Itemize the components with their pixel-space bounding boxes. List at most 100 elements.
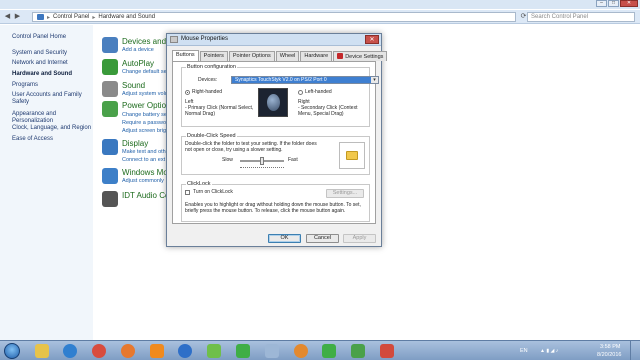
nav-programs[interactable]: Programs	[12, 82, 92, 89]
chrome-icon[interactable]	[92, 344, 106, 358]
nav-appearance[interactable]: Appearance and Personalization	[12, 111, 92, 125]
monitor-icon	[102, 139, 118, 155]
category-link[interactable]: Change battery se	[122, 112, 167, 118]
category-title[interactable]: Display	[122, 139, 148, 148]
breadcrumb-separator: ▸	[92, 14, 96, 21]
category-title[interactable]: Sound	[122, 81, 145, 90]
back-icon[interactable]: ◀	[3, 13, 12, 21]
window-controls: – □ ✕	[596, 0, 638, 8]
media-player-icon[interactable]	[294, 344, 308, 358]
mouse-button-graphic	[267, 94, 280, 111]
nav-hardware-sound[interactable]: Hardware and Sound	[12, 71, 92, 78]
clicklock-settings-button[interactable]: Settings...	[326, 189, 364, 198]
file-explorer-icon[interactable]	[35, 344, 49, 358]
breadcrumb-hardware-and-sound[interactable]: Hardware and Sound	[98, 14, 155, 20]
tab-device-settings[interactable]: Device Settings	[333, 51, 388, 61]
category-link[interactable]: Adjust system volu	[122, 91, 168, 97]
dialog-tabs: Buttons Pointers Pointer Options Wheel H…	[172, 50, 388, 61]
tab-device-settings-label: Device Settings	[345, 54, 384, 60]
clock-time[interactable]: 3:58 PM	[600, 344, 620, 350]
start-button[interactable]	[4, 343, 20, 359]
double-click-speed-slider[interactable]	[240, 157, 284, 165]
mobility-center-icon	[102, 168, 118, 184]
left-handed-radio[interactable]	[298, 90, 303, 95]
app-icon-3[interactable]	[380, 344, 394, 358]
double-click-speed-group: Double-Click Speed Double-click the fold…	[181, 133, 370, 175]
group-label: ClickLock	[186, 181, 212, 187]
fast-label: Fast	[288, 157, 298, 163]
speaker-icon	[102, 81, 118, 97]
tray-icons[interactable]: ▲ ▮ ◢ ♪	[540, 348, 558, 354]
navigation-pane: Control Panel Home System and Security N…	[0, 25, 93, 340]
tab-pointer-options[interactable]: Pointer Options	[228, 51, 275, 61]
teamviewer-icon[interactable]	[178, 344, 192, 358]
category-title[interactable]: IDT Audio Co	[122, 191, 169, 200]
nav-system-security[interactable]: System and Security	[12, 50, 92, 57]
address-field[interactable]: ▸ Control Panel ▸ Hardware and Sound	[32, 12, 516, 22]
folder-icon[interactable]	[346, 151, 358, 160]
slider-thumb[interactable]	[260, 157, 264, 165]
close-button[interactable]: ✕	[620, 0, 638, 7]
category-link[interactable]: Adjust commonly	[122, 178, 164, 184]
left-handed-label[interactable]: Left-handed	[305, 89, 332, 95]
apply-button[interactable]: Apply	[343, 234, 376, 243]
nav-network-internet[interactable]: Network and Internet	[12, 60, 92, 67]
camtasia-recorder-icon[interactable]	[322, 344, 336, 358]
category-link[interactable]: Connect to an ext	[122, 157, 165, 163]
clock-date[interactable]: 8/20/2016	[597, 352, 621, 358]
camtasia-icon[interactable]	[236, 344, 250, 358]
taskbar: EN ▲ ▮ ◢ ♪ 3:58 PM 8/20/2016	[0, 340, 640, 360]
tab-pointers[interactable]: Pointers	[199, 51, 228, 61]
window-titlebar: – □ ✕	[0, 0, 640, 9]
clicklock-checkbox[interactable]	[185, 190, 190, 195]
minimize-button[interactable]: –	[596, 0, 607, 7]
chevron-down-icon[interactable]: ▾	[371, 77, 378, 83]
nav-ease-of-access[interactable]: Ease of Access	[12, 136, 92, 143]
search-input[interactable]: Search Control Panel	[527, 12, 635, 22]
right-handed-label[interactable]: Right-handed	[192, 89, 222, 95]
dialog-titlebar: Mouse Properties ✕	[167, 34, 381, 46]
category-link[interactable]: Change default se	[122, 69, 167, 75]
devices-label: Devices:	[198, 77, 218, 83]
test-area[interactable]	[339, 142, 365, 169]
cancel-button[interactable]: Cancel	[306, 234, 339, 243]
maximize-button[interactable]: □	[608, 0, 619, 7]
ok-button[interactable]: OK	[268, 234, 301, 243]
tab-hardware[interactable]: Hardware	[300, 51, 333, 61]
slider-ticks	[240, 167, 284, 169]
app-icon[interactable]	[207, 344, 221, 358]
vlc-icon[interactable]	[150, 344, 164, 358]
app-icon-2[interactable]	[351, 344, 365, 358]
tab-wheel[interactable]: Wheel	[275, 51, 300, 61]
nav-control-panel-home[interactable]: Control Panel Home	[12, 34, 92, 41]
autoplay-icon	[102, 59, 118, 75]
language-indicator[interactable]: EN	[520, 348, 528, 354]
category-link[interactable]: Adjust screen brig	[122, 128, 166, 134]
breadcrumb-control-panel[interactable]: Control Panel	[53, 14, 89, 20]
clicklock-checkbox-label[interactable]: Turn on ClickLock	[193, 189, 233, 195]
double-click-desc: Double-click the folder to test your set…	[185, 141, 317, 153]
group-label: Double-Click Speed	[186, 133, 237, 139]
mouse-icon	[170, 36, 178, 43]
firefox-icon[interactable]	[121, 344, 135, 358]
category-link[interactable]: Require a passwo	[122, 120, 166, 126]
dialog-close-button[interactable]: ✕	[365, 35, 379, 44]
category-link[interactable]: Make text and oth	[122, 149, 166, 155]
right-handed-radio[interactable]	[185, 90, 190, 95]
category-title[interactable]: AutoPlay	[122, 59, 154, 68]
buttons-panel: Button configuration Devices: Synaptics …	[172, 61, 379, 224]
category-title[interactable]: Windows Mo	[122, 168, 168, 177]
nav-clock-language[interactable]: Clock, Language, and Region	[12, 125, 92, 132]
audio-control-icon	[102, 191, 118, 207]
category-link[interactable]: Add a device	[122, 47, 154, 53]
control-panel-icon	[37, 14, 44, 20]
security-shield-icon[interactable]	[265, 344, 279, 358]
forward-icon[interactable]: ▶	[13, 13, 22, 21]
show-desktop-button[interactable]	[630, 341, 640, 360]
tab-buttons[interactable]: Buttons	[172, 50, 199, 61]
internet-explorer-icon[interactable]	[63, 344, 77, 358]
devices-select-value: Synaptics TouchStyk V2.0 on PS/2 Port 0	[235, 77, 327, 83]
nav-user-accounts[interactable]: User Accounts and Family Safety	[12, 92, 92, 106]
devices-select[interactable]: Synaptics TouchStyk V2.0 on PS/2 Port 0 …	[231, 76, 379, 84]
category-title[interactable]: Power Option	[122, 101, 170, 110]
